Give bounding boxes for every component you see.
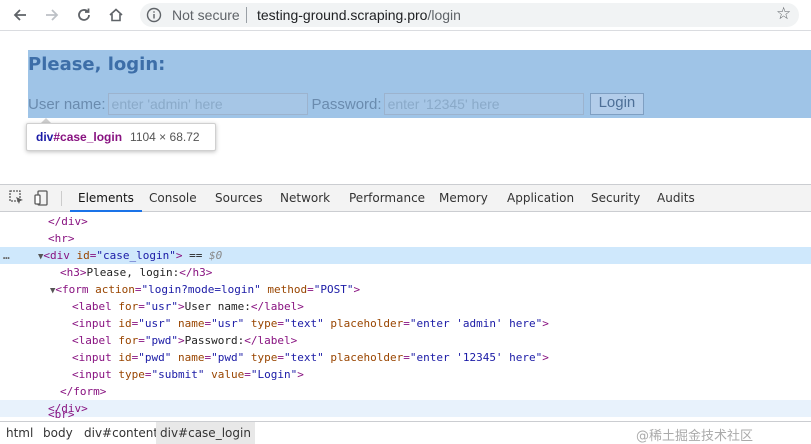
tab-audits[interactable]: Audits (657, 185, 695, 212)
forward-arrow-icon (46, 9, 59, 21)
tooltip-tag: div (36, 130, 54, 144)
address-bar[interactable]: Not secure testing-ground.scraping.pro/l… (140, 3, 799, 27)
password-label: Password: (311, 95, 382, 113)
dom-line-input-pwd[interactable]: <input id="pwd" name="pwd" type="text" p… (0, 349, 811, 366)
home-button[interactable] (104, 3, 128, 27)
tab-performance[interactable]: Performance (349, 185, 425, 212)
login-form: User name: enter 'admin' here Password: … (28, 92, 645, 116)
bookmark-star-icon[interactable]: ☆ (776, 4, 791, 24)
user-name-input[interactable]: enter 'admin' here (107, 93, 308, 115)
url-host: testing-ground.scraping.pro (257, 7, 428, 23)
dom-line-hr[interactable]: <hr> (0, 230, 811, 247)
tooltip-dimensions: 1104 × 68.72 (130, 130, 200, 144)
tab-application[interactable]: Application (507, 185, 574, 212)
device-toolbar-icon[interactable] (33, 189, 51, 207)
case-login-highlight: Please, login: User name: enter 'admin' … (28, 50, 811, 118)
more-options-icon[interactable]: … (3, 247, 10, 264)
crumb-html[interactable]: html (2, 422, 37, 444)
dom-tree: </div> <hr> … ▼<div id="case_login"> == $… (0, 213, 811, 420)
browser-toolbar: Not secure testing-ground.scraping.pro/l… (0, 0, 811, 31)
back-button[interactable] (8, 3, 32, 27)
login-button[interactable]: Login (589, 93, 645, 115)
watermark: @稀土掘金技术社区 (636, 429, 754, 444)
dom-line-label-pwd[interactable]: <label for="pwd">Password:</label> (0, 332, 811, 349)
user-name-label: User name: (28, 95, 106, 113)
tab-divider (61, 191, 62, 206)
tab-security[interactable]: Security (591, 185, 640, 212)
breadcrumb: html body div#content div#case_login @稀土… (0, 421, 811, 444)
address-separator (246, 7, 247, 23)
security-status[interactable]: Not secure (172, 7, 240, 23)
reload-button[interactable] (72, 3, 96, 27)
element-tooltip: div#case_login 1104 × 68.72 (26, 123, 216, 151)
tooltip-id: #case_login (53, 130, 123, 144)
forward-button[interactable] (40, 3, 64, 27)
dom-line-form[interactable]: ▼<form action="login?mode=login" method=… (0, 281, 811, 298)
crumb-div-content[interactable]: div#content (80, 422, 162, 444)
tab-memory[interactable]: Memory (439, 185, 488, 212)
reload-icon (78, 8, 90, 21)
tab-console[interactable]: Console (149, 185, 197, 212)
devtools-panel: Elements Console Sources Network Perform… (0, 184, 811, 444)
dom-line-form-close[interactable]: </form> (0, 383, 811, 400)
page-content: Please, login: User name: enter 'admin' … (0, 32, 811, 184)
tooltip-selector: div#case_login (36, 130, 122, 144)
devtools-tab-bar: Elements Console Sources Network Perform… (0, 185, 811, 212)
dom-line-input-submit[interactable]: <input type="submit" value="Login"> (0, 366, 811, 383)
password-input[interactable]: enter '12345' here (383, 93, 584, 115)
dom-line-input-usr[interactable]: <input id="usr" name="usr" type="text" p… (0, 315, 811, 332)
crumb-div-case-login[interactable]: div#case_login (156, 422, 255, 444)
tab-elements[interactable]: Elements (70, 185, 142, 212)
crumb-body[interactable]: body (39, 422, 77, 444)
inspect-element-icon[interactable] (8, 189, 26, 207)
dom-line-div-close[interactable]: </div> (0, 213, 811, 230)
tab-network[interactable]: Network (280, 185, 330, 212)
dom-line-label-usr[interactable]: <label for="usr">User name:</label> (0, 298, 811, 315)
url-path: /login (427, 7, 461, 23)
dom-line-case-login[interactable]: … ▼<div id="case_login"> == $0 (0, 247, 811, 264)
dom-line-h3[interactable]: <h3>Please, login:</h3> (0, 264, 811, 281)
url-text[interactable]: testing-ground.scraping.pro/login (257, 7, 461, 23)
info-icon[interactable] (146, 7, 162, 28)
login-heading: Please, login: (28, 54, 166, 75)
back-arrow-icon (13, 9, 26, 21)
tab-sources[interactable]: Sources (215, 185, 262, 212)
home-icon (109, 8, 123, 22)
